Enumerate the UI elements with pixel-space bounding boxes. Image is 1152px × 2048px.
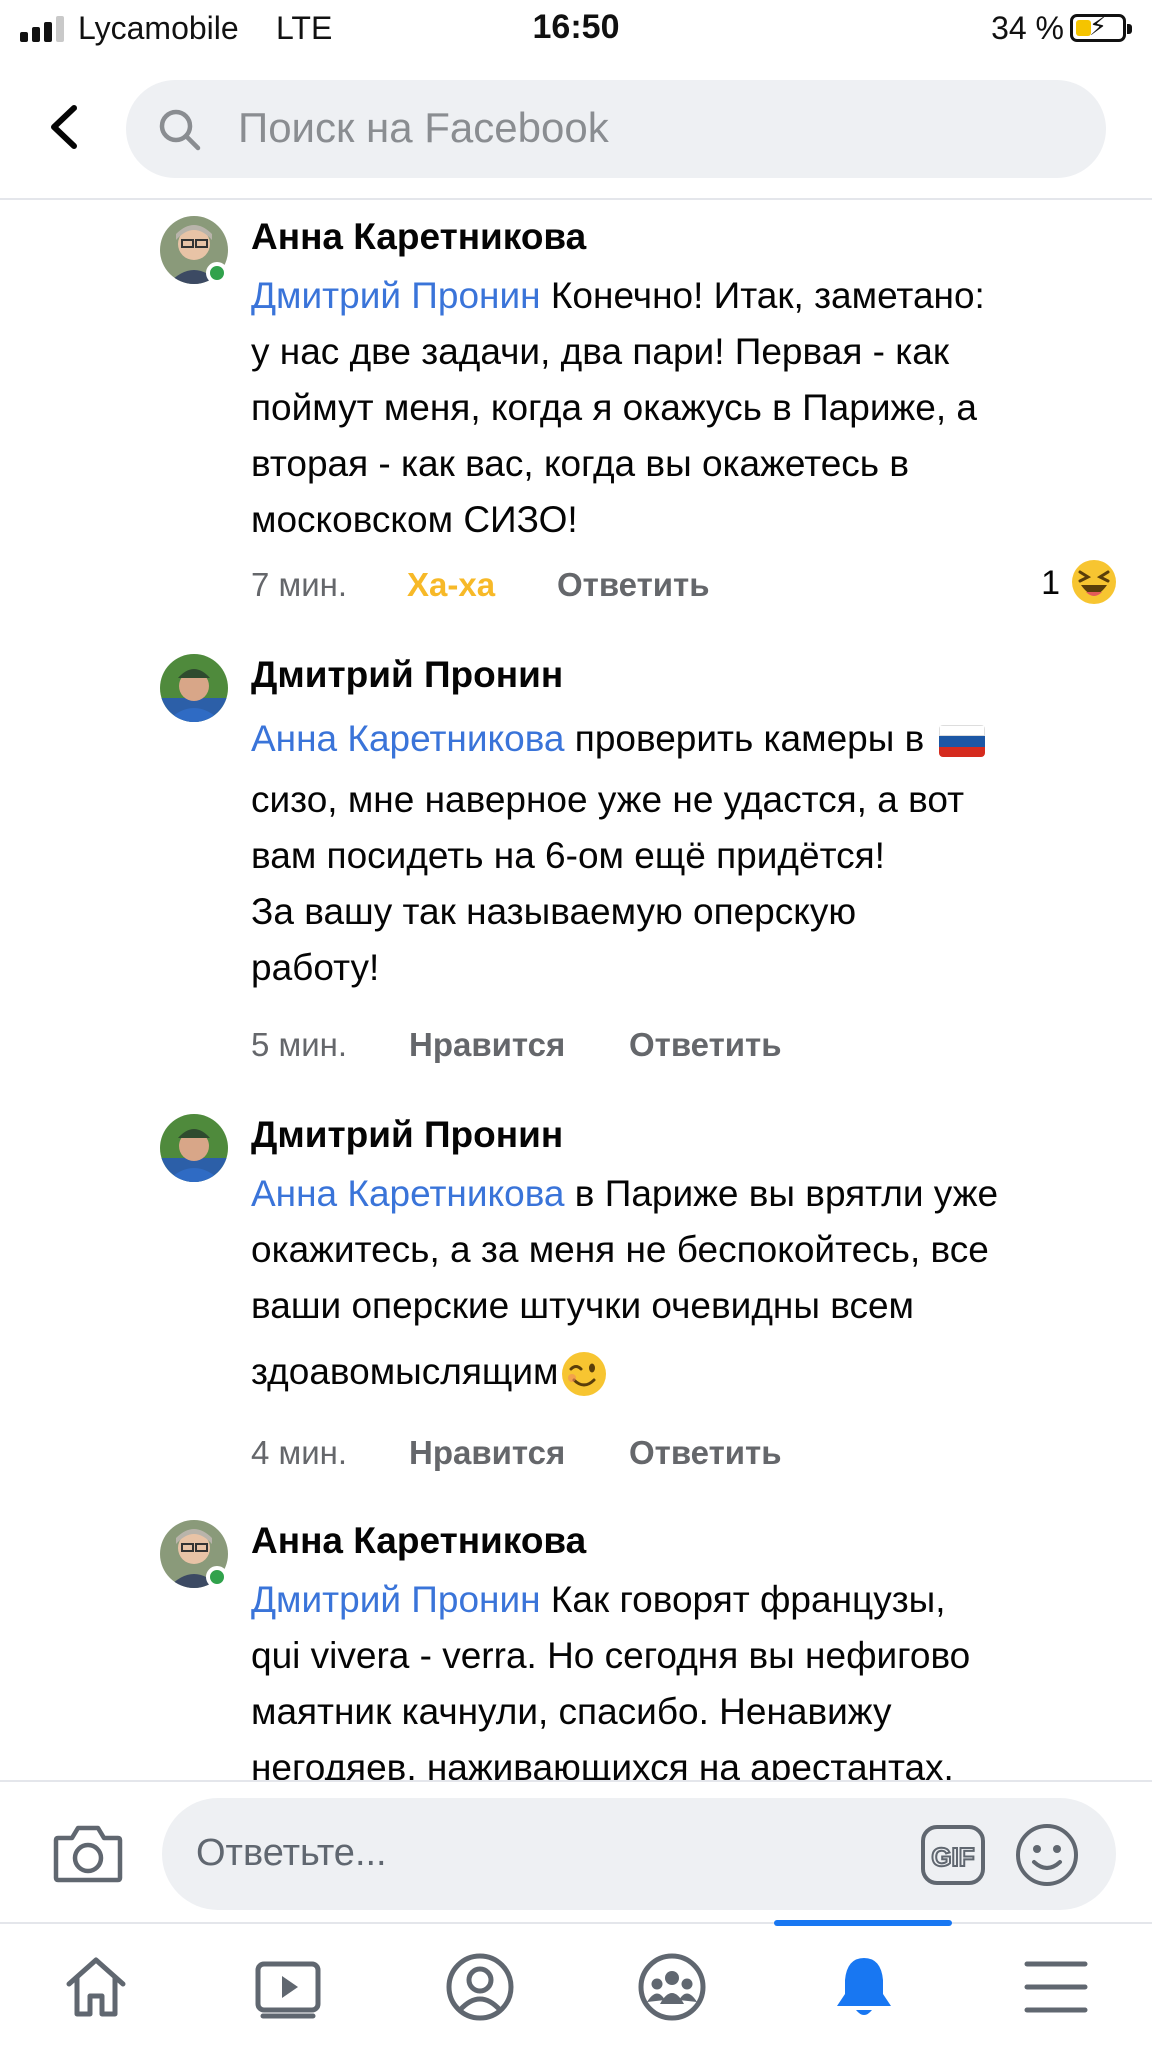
online-status-dot — [206, 1566, 228, 1588]
tab-profile[interactable] — [384, 1924, 576, 2048]
bottom-tab-bar — [0, 1920, 1152, 2048]
reply-bar: Ответьте... GIF — [0, 1780, 1152, 1922]
comment-list: Анна Каретникова Дмитрий Пронин Конечно!… — [0, 202, 1152, 1780]
tab-home[interactable] — [0, 1924, 192, 2048]
battery-icon: ⚡ — [1070, 11, 1132, 42]
home-icon — [66, 1957, 126, 2017]
status-time: 16:50 — [532, 8, 620, 46]
comment-line: маятник качнули, спасибо. Ненавижу — [251, 1691, 892, 1732]
comment-time: 5 мин. — [251, 1026, 348, 1063]
search-placeholder: Поиск на Facebook — [238, 104, 609, 151]
reply-button[interactable]: Ответить — [629, 1026, 782, 1064]
comment-author[interactable]: Дмитрий Пронин — [251, 1114, 563, 1156]
reply-button[interactable]: Ответить — [629, 1434, 782, 1472]
online-status-dot — [206, 262, 228, 284]
comment-author[interactable]: Анна Каретникова — [251, 1520, 586, 1562]
comment-line: в Париже вы врятли уже — [564, 1173, 999, 1214]
tab-video[interactable] — [192, 1924, 384, 2048]
video-icon — [255, 1961, 321, 2019]
comment-line: негодяев, наживающихся на арестантах. — [251, 1747, 954, 1780]
comment-line: поймут меня, когда я окажусь в Париже, а — [251, 387, 977, 428]
like-button[interactable]: Нравится — [409, 1434, 565, 1472]
comment-author[interactable]: Анна Каретникова — [251, 216, 586, 258]
camera-icon[interactable] — [52, 1822, 124, 1884]
avatar[interactable] — [160, 654, 228, 722]
tab-groups[interactable] — [576, 1924, 768, 2048]
chevron-left-icon[interactable] — [40, 102, 90, 152]
mention-link[interactable]: Дмитрий Пронин — [251, 275, 541, 316]
smile-icon[interactable] — [1014, 1822, 1080, 1888]
search-header: Поиск на Facebook — [0, 60, 1152, 200]
avatar[interactable] — [160, 1114, 228, 1182]
comment-line: окажитесь, а за меня не беспокойтесь, вс… — [251, 1229, 989, 1270]
groups-icon — [638, 1953, 706, 2021]
bell-icon — [837, 1958, 891, 2015]
comment-author[interactable]: Дмитрий Пронин — [251, 654, 563, 696]
comment-line: вам посидеть на 6-ом ещё придётся! — [251, 835, 885, 876]
reply-button[interactable]: Ответить — [557, 566, 710, 604]
menu-icon — [1024, 1961, 1088, 2013]
comment-time: 7 мин. — [251, 566, 348, 603]
comment-line: qui vivera - verra. Но сегодня вы нефиго… — [251, 1635, 971, 1676]
comment-line: проверить камеры в — [564, 718, 935, 759]
tab-menu[interactable] — [960, 1924, 1152, 2048]
comment-line: За вашу так называемую оперскую — [251, 891, 857, 932]
gif-label: GIF — [931, 1842, 974, 1872]
comment-time: 4 мин. — [251, 1434, 348, 1471]
comment-line: Конечно! Итак, заметано: — [540, 275, 985, 316]
comment-meta: 4 мин. Нравится Ответить — [251, 1434, 1131, 1478]
comment-line: работу! — [251, 947, 380, 988]
comment-line: у нас две задачи, два пари! Первая - как — [251, 331, 950, 372]
mention-link[interactable]: Анна Каретникова — [251, 1173, 565, 1214]
winking-emoji-icon — [562, 1352, 607, 1397]
status-bar: Lycamobile LTE 16:50 34 % ⚡ — [0, 0, 1152, 60]
comment-line: вторая - как вас, когда вы окажетесь в — [251, 443, 910, 484]
comment-text: Анна Каретникова проверить камеры в сизо… — [251, 706, 1131, 996]
comment-line: сизо, мне наверное уже не удастся, а вот — [251, 779, 965, 820]
profile-icon — [446, 1953, 514, 2021]
comment-text: Дмитрий Пронин Как говорят французы, qui… — [251, 1572, 1131, 1780]
comment-meta: 7 мин. Ха-ха Ответить — [251, 566, 1131, 610]
comment-line: московском СИЗО! — [251, 499, 578, 540]
tab-notifications[interactable] — [768, 1924, 960, 2048]
mention-link[interactable]: Дмитрий Пронин — [251, 1579, 541, 1620]
reply-input[interactable]: Ответьте... GIF — [162, 1798, 1116, 1910]
search-icon — [159, 109, 201, 151]
reaction-count[interactable]: 1 — [1041, 564, 1060, 603]
comment-text: Анна Каретникова в Париже вы врятли уже … — [251, 1166, 1131, 1410]
haha-button[interactable]: Ха-ха — [407, 566, 495, 604]
comment-line: Как говорят французы, — [540, 1579, 946, 1620]
like-button[interactable]: Нравится — [409, 1026, 565, 1064]
laughing-emoji-icon[interactable] — [1070, 558, 1118, 606]
reply-placeholder: Ответьте... — [196, 1832, 387, 1874]
charging-bolt-icon: ⚡ — [1088, 11, 1108, 41]
battery-percentage: 34 % — [991, 10, 1064, 46]
russia-flag-icon — [938, 725, 985, 758]
comment-meta: 5 мин. Нравится Ответить — [251, 1026, 1131, 1070]
gif-icon[interactable]: GIF — [920, 1824, 986, 1886]
comment-line: здоавомыслящим — [251, 1351, 559, 1392]
comment-text: Дмитрий Пронин Конечно! Итак, заметано: … — [251, 268, 1131, 548]
mention-link[interactable]: Анна Каретникова — [251, 718, 565, 759]
comment-line: ваши оперские штучки очевидны всем — [251, 1285, 914, 1326]
search-input[interactable]: Поиск на Facebook — [126, 80, 1106, 178]
